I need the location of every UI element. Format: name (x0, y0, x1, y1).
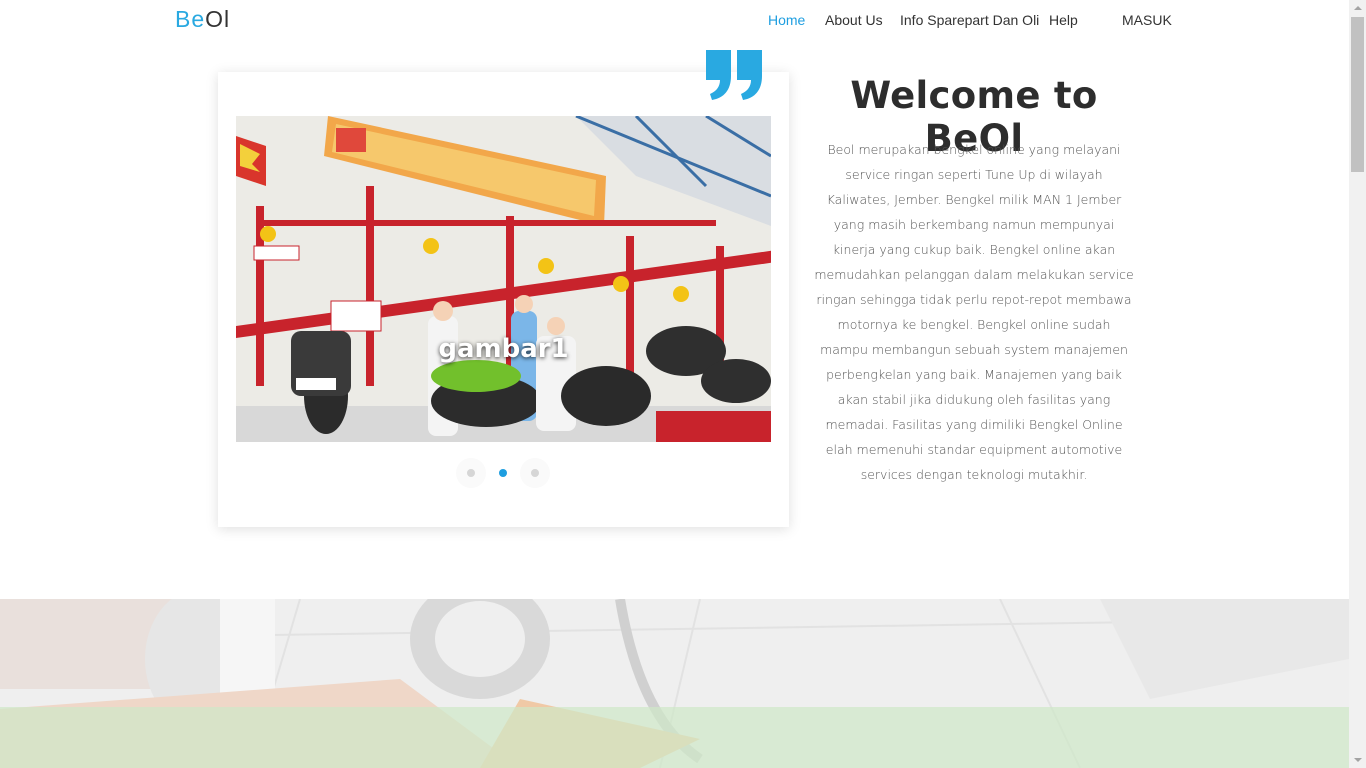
background-section (0, 599, 1349, 768)
slider-indicators (456, 458, 556, 488)
brand-logo[interactable]: BeOl (175, 6, 230, 33)
nav-info-sparepart[interactable]: Info Sparepart Dan Oli (900, 12, 1039, 28)
slider-dot-2[interactable] (488, 458, 518, 488)
slider-dot-3[interactable] (520, 458, 550, 488)
scroll-down-arrow-icon[interactable] (1349, 751, 1366, 768)
scroll-thumb[interactable] (1351, 17, 1364, 172)
slide-caption: gambar1 (438, 334, 569, 364)
brand-part-be: Be (175, 6, 206, 32)
welcome-description: Beol merupakan bengkel online yang melay… (814, 142, 1134, 482)
quote-icon (706, 50, 762, 100)
nav-home[interactable]: Home (768, 12, 805, 28)
nav-about-us[interactable]: About Us (825, 12, 883, 28)
navbar: BeOl Home About Us Info Sparepart Dan Ol… (0, 0, 1349, 40)
slider-dot-1[interactable] (456, 458, 486, 488)
nav-help[interactable]: Help (1049, 12, 1078, 28)
scroll-up-arrow-icon[interactable] (1349, 0, 1366, 17)
workshop-photo (236, 116, 771, 442)
page-scrollbar[interactable] (1349, 0, 1366, 768)
faded-workshop-background (0, 599, 1349, 768)
nav-masuk[interactable]: MASUK (1122, 12, 1172, 28)
slide-image[interactable]: gambar1 (236, 116, 771, 442)
brand-part-ol: Ol (205, 6, 231, 32)
